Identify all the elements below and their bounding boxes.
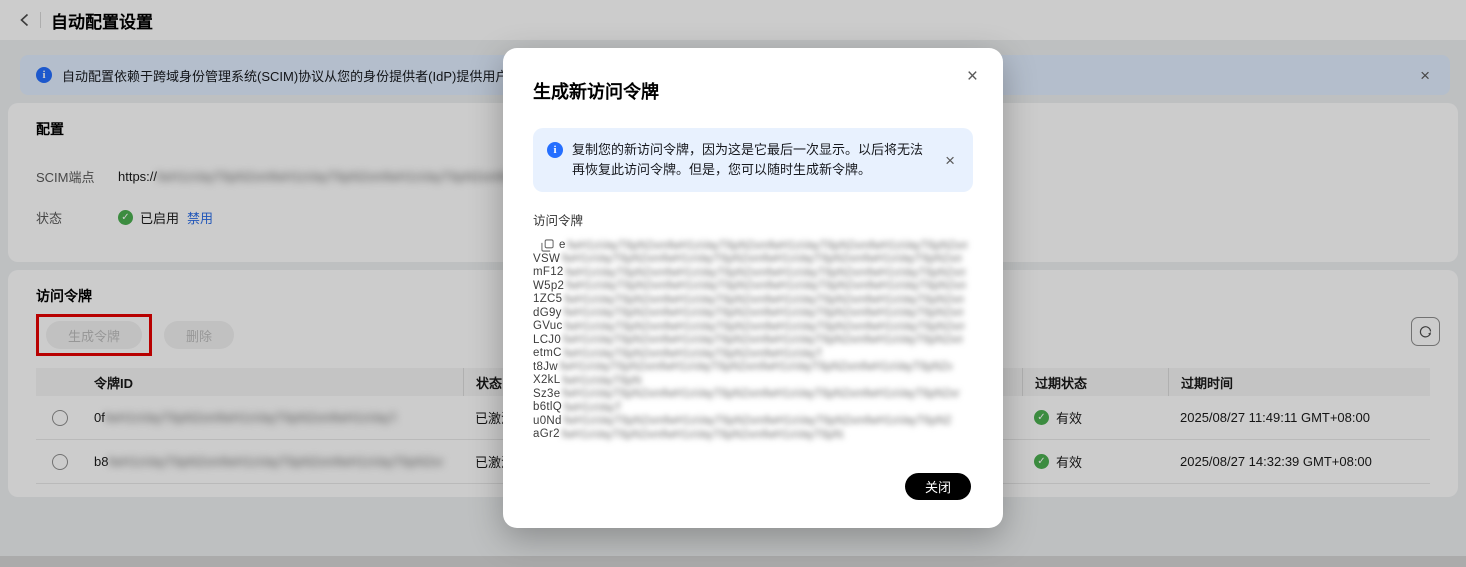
modal-close-button[interactable]: 关闭 (904, 473, 971, 500)
token-line-redacted: fwH1sVayT6pN2xmfwH1sVayT6pN2xmfwH1sVayT6… (562, 253, 963, 266)
token-line-redacted: fwH1sVayT6pN2xmfwH1sVayT6pN2xmfwH1sVayT6… (561, 428, 844, 441)
token-line: GVuc fwH1sVayT6pN2xmfwH1sVayT6pN2xmfwH1s… (533, 320, 973, 334)
token-value-block: e fwH1sVayT6pN2xmfwH1sVayT6pN2xmfwH1sVay… (533, 239, 973, 442)
token-line-prefix: mF12 (533, 266, 564, 278)
token-line-redacted: fwH1sVayT6pN2x (562, 374, 642, 387)
token-line-prefix: X2kL (533, 374, 561, 386)
token-line-redacted: fwH1sVayT6pN2xmfwH1sVayT6pN2xmfwH1sVayT6… (563, 415, 952, 428)
token-line-prefix: e (559, 239, 566, 251)
token-line-prefix: etmC (533, 347, 562, 359)
token-line-redacted: fwH1sVayT6pN2xmfwH1sVayT6pN2xmfwH1sVayT6… (563, 307, 964, 320)
token-line-redacted: fwH1sVayT6 (564, 401, 622, 414)
alert-text: 复制您的新访问令牌，因为这是它最后一次显示。以后将无法再恢复此访问令牌。但是，您… (572, 142, 924, 177)
modal-close-icon[interactable]: × (962, 64, 983, 90)
token-line: aGr2 fwH1sVayT6pN2xmfwH1sVayT6pN2xmfwH1s… (533, 428, 973, 442)
token-line-prefix: Sz3e (533, 387, 561, 400)
copy-icon[interactable] (541, 239, 554, 252)
token-label: 访问令牌 (533, 214, 584, 228)
token-line-prefix: t8Jw (533, 360, 558, 373)
token-line-redacted: fwH1sVayT6pN2xmfwH1sVayT6pN2xmfwH1sVayT6… (563, 347, 822, 360)
token-line-redacted: fwH1sVayT6pN2xmfwH1sVayT6pN2xmfwH1sVayT6… (566, 280, 967, 293)
token-line-prefix: LCJ0 (533, 333, 562, 346)
token-line: LCJ0 fwH1sVayT6pN2xmfwH1sVayT6pN2xmfwH1s… (533, 334, 973, 348)
modal-info-alert: i 复制您的新访问令牌，因为这是它最后一次显示。以后将无法再恢复此访问令牌。但是… (533, 128, 973, 192)
token-line: etmC fwH1sVayT6pN2xmfwH1sVayT6pN2xmfwH1s… (533, 347, 973, 361)
token-line: X2kL fwH1sVayT6pN2x (533, 374, 973, 388)
token-line: VSW fwH1sVayT6pN2xmfwH1sVayT6pN2xmfwH1sV… (533, 253, 973, 267)
token-line-redacted: fwH1sVayT6pN2xmfwH1sVayT6pN2xmfwH1sVayT6… (564, 293, 965, 306)
token-line-prefix: W5p2 (533, 279, 565, 292)
token-line: mF12 fwH1sVayT6pN2xmfwH1sVayT6pN2xmfwH1s… (533, 266, 973, 280)
screen: 自动配置设置 i 自动配置依赖于跨域身份管理系统(SCIM)协议从您的身份提供者… (0, 0, 1466, 567)
token-line-redacted: fwH1sVayT6pN2xmfwH1sVayT6pN2xmfwH1sVayT6… (563, 334, 964, 347)
generate-token-modal: × 生成新访问令牌 i 复制您的新访问令牌，因为这是它最后一次显示。以后将无法再… (503, 48, 1003, 528)
token-line-prefix: aGr2 (533, 428, 560, 440)
token-line-redacted: fwH1sVayT6pN2xmfwH1sVayT6pN2xmfwH1sVayT6… (559, 361, 952, 374)
token-line-prefix: GVuc (533, 320, 563, 332)
token-line: dG9y fwH1sVayT6pN2xmfwH1sVayT6pN2xmfwH1s… (533, 307, 973, 321)
token-line-prefix: dG9y (533, 306, 562, 319)
token-line-prefix: u0Nd (533, 414, 562, 427)
token-line: Sz3e fwH1sVayT6pN2xmfwH1sVayT6pN2xmfwH1s… (533, 388, 973, 402)
token-line-prefix: b6tlQ (533, 401, 562, 413)
token-line: u0Nd fwH1sVayT6pN2xmfwH1sVayT6pN2xmfwH1s… (533, 415, 973, 429)
token-line: W5p2 fwH1sVayT6pN2xmfwH1sVayT6pN2xmfwH1s… (533, 280, 973, 294)
modal-title: 生成新访问令牌 (533, 82, 659, 102)
alert-info-icon: i (547, 142, 563, 158)
token-line: 1ZC5 fwH1sVayT6pN2xmfwH1sVayT6pN2xmfwH1s… (533, 293, 973, 307)
token-line-redacted: fwH1sVayT6pN2xmfwH1sVayT6pN2xmfwH1sVayT6… (564, 320, 965, 333)
token-line: b6tlQ fwH1sVayT6 (533, 401, 973, 415)
token-line-redacted: fwH1sVayT6pN2xmfwH1sVayT6pN2xmfwH1sVayT6… (565, 266, 966, 279)
token-line-redacted: fwH1sVayT6pN2xmfwH1sVayT6pN2xmfwH1sVayT6… (567, 239, 968, 252)
token-line-prefix: 1ZC5 (533, 293, 563, 305)
token-line-redacted: fwH1sVayT6pN2xmfwH1sVayT6pN2xmfwH1sVayT6… (562, 388, 960, 401)
token-line-prefix: VSW (533, 252, 561, 265)
token-line: e fwH1sVayT6pN2xmfwH1sVayT6pN2xmfwH1sVay… (533, 239, 973, 253)
alert-close-icon[interactable]: × (941, 150, 959, 171)
token-line: t8Jw fwH1sVayT6pN2xmfwH1sVayT6pN2xmfwH1s… (533, 361, 973, 375)
